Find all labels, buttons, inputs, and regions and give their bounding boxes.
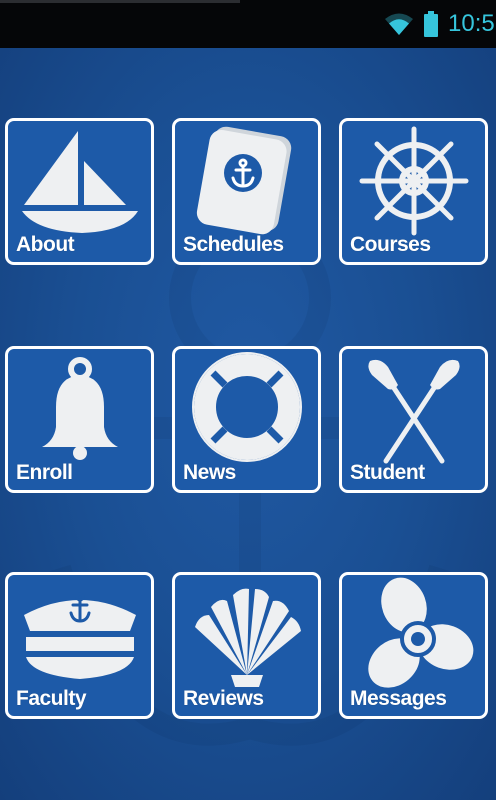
- enroll-tile[interactable]: Enroll: [5, 346, 154, 493]
- faculty-label: Faculty: [16, 687, 87, 710]
- reviews-tile[interactable]: Reviews: [172, 572, 321, 719]
- about-tile[interactable]: About: [5, 118, 154, 265]
- faculty-tile[interactable]: Faculty: [5, 572, 154, 719]
- status-bar-divider: [0, 0, 240, 3]
- courses-label: Courses: [350, 233, 431, 256]
- battery-icon: [424, 11, 438, 37]
- messages-label: Messages: [350, 687, 447, 710]
- schedules-label: Schedules: [183, 233, 284, 256]
- news-tile[interactable]: News: [172, 346, 321, 493]
- schedules-tile[interactable]: Schedules: [172, 118, 321, 265]
- status-clock: 10:5: [448, 10, 495, 37]
- reviews-label: Reviews: [183, 687, 264, 710]
- student-tile[interactable]: Student: [339, 346, 488, 493]
- status-icons: 10:5: [384, 0, 496, 48]
- status-bar: 10:5: [0, 0, 496, 48]
- app-background: About Schedules Courses Enroll News Stud…: [0, 48, 496, 800]
- news-label: News: [183, 461, 236, 484]
- about-label: About: [16, 233, 75, 256]
- wifi-icon: [385, 13, 413, 35]
- messages-tile[interactable]: Messages: [339, 572, 488, 719]
- courses-tile[interactable]: Courses: [339, 118, 488, 265]
- enroll-label: Enroll: [16, 461, 73, 484]
- student-label: Student: [350, 461, 425, 484]
